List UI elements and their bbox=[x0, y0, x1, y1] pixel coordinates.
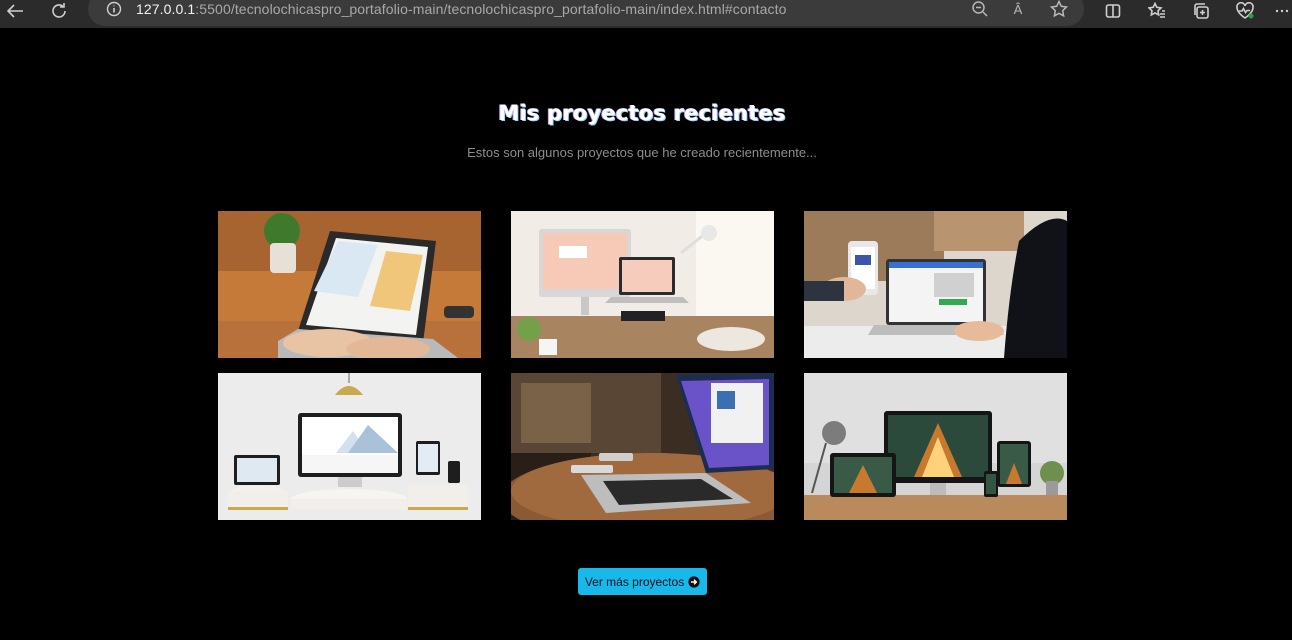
section-subtitle: Estos son algunos proyectos que he cread… bbox=[467, 145, 817, 160]
project-image bbox=[804, 373, 1067, 520]
site-info-icon[interactable] bbox=[106, 1, 122, 17]
project-card-6[interactable] bbox=[804, 373, 1067, 520]
url-path: :5500/tecnolochicaspro_portafolio-main/t… bbox=[195, 1, 787, 17]
project-image bbox=[218, 211, 481, 358]
section-title: Mis proyectos recientes bbox=[498, 101, 786, 125]
project-image bbox=[511, 211, 774, 358]
arrow-circle-right-icon bbox=[688, 575, 700, 588]
project-card-1[interactable] bbox=[218, 211, 481, 358]
project-card-4[interactable] bbox=[218, 373, 481, 520]
project-card-3[interactable] bbox=[804, 211, 1067, 358]
favorites-list-icon[interactable] bbox=[1142, 0, 1172, 22]
favorite-star-icon[interactable] bbox=[1049, 0, 1069, 18]
projects-grid bbox=[218, 211, 1067, 520]
more-menu-icon[interactable] bbox=[1272, 0, 1292, 22]
url-host: 127.0.0.1 bbox=[136, 1, 196, 17]
project-image bbox=[804, 211, 1067, 358]
project-card-5[interactable] bbox=[511, 373, 774, 520]
project-card-2[interactable] bbox=[511, 211, 774, 358]
address-bar[interactable]: 127.0.0.1:5500/tecnolochicaspro_portafol… bbox=[88, 0, 1084, 26]
read-aloud-icon[interactable]: Â bbox=[1008, 0, 1028, 18]
refresh-icon[interactable] bbox=[44, 0, 74, 22]
zoom-out-icon[interactable] bbox=[970, 0, 990, 18]
more-projects-label: Ver más proyectos bbox=[584, 574, 685, 589]
browser-toolbar: 127.0.0.1:5500/tecnolochicaspro_portafol… bbox=[0, 0, 1292, 28]
project-image bbox=[218, 373, 481, 520]
collections-icon[interactable] bbox=[1186, 0, 1216, 22]
more-projects-button[interactable]: Ver más proyectos bbox=[578, 568, 707, 595]
url-text[interactable]: 127.0.0.1:5500/tecnolochicaspro_portafol… bbox=[136, 1, 787, 17]
back-arrow-icon[interactable] bbox=[1, 0, 31, 22]
project-image bbox=[511, 373, 774, 520]
browser-essentials-icon[interactable] bbox=[1230, 0, 1260, 22]
split-screen-icon[interactable] bbox=[1098, 0, 1128, 22]
